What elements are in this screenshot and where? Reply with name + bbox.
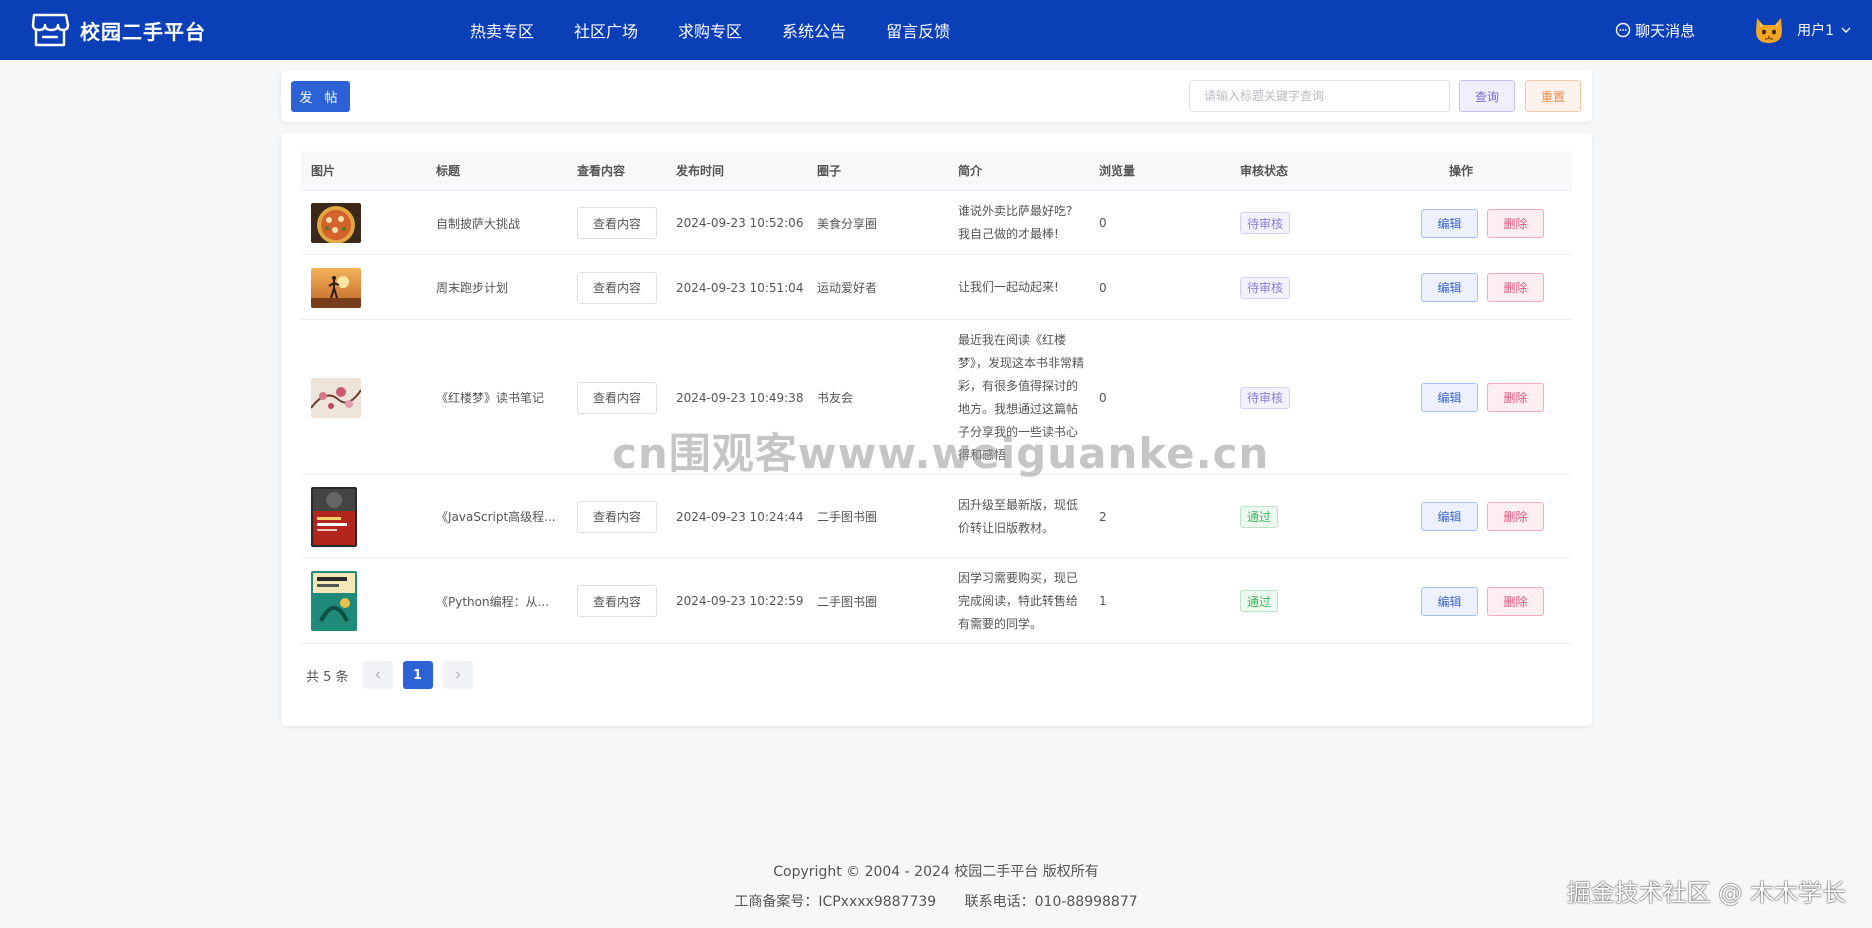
app-logo[interactable]: 校园二手平台 (30, 11, 470, 49)
pagination-total: 共 5 条 (306, 669, 349, 685)
toolbar-card: 发 帖 查询 重置 (281, 70, 1592, 122)
col-circle: 圈子 (817, 164, 842, 178)
view-content-button[interactable]: 查看内容 (577, 207, 657, 239)
post-circle: 二手图书圈 (817, 594, 878, 609)
col-view: 查看内容 (577, 164, 626, 178)
table-row: 《JavaScript高级程... 查看内容 2024-09-23 10:24:… (301, 475, 1572, 558)
post-circle: 美食分享圈 (817, 216, 878, 231)
top-header: 校园二手平台 热卖专区 社区广场 求购专区 系统公告 留言反馈 聊天消息 用户1 (0, 0, 1872, 60)
user-name: 用户1 (1797, 23, 1834, 39)
pizza-thumbnail[interactable] (311, 203, 361, 243)
footer-phone: 联系电话：010-88998877 (964, 894, 1138, 910)
post-views: 2 (1099, 509, 1107, 524)
post-intro: 因学习需要购买，现已完成阅读，特此转售给有需要的同学。 (958, 570, 1079, 631)
search-input[interactable] (1189, 80, 1450, 112)
footer-icp: 工商备案号：ICPxxxx9887739 (734, 894, 937, 910)
javascript-book-cover[interactable] (311, 486, 357, 547)
table-row: 《Python编程：从... 查看内容 2024-09-23 10:22:59 … (301, 558, 1572, 644)
status-badge: 通过 (1240, 505, 1279, 528)
post-circle: 运动爱好者 (817, 281, 878, 295)
delete-button[interactable]: 删除 (1487, 383, 1544, 412)
col-views: 浏览量 (1099, 164, 1136, 178)
post-circle: 书友会 (817, 391, 854, 405)
post-title: 周末跑步计划 (436, 281, 509, 295)
nav-wanted[interactable]: 求购专区 (678, 18, 742, 42)
col-intro: 简介 (958, 164, 983, 178)
view-content-button[interactable]: 查看内容 (577, 585, 657, 617)
view-content-button[interactable]: 查看内容 (577, 271, 657, 304)
col-image: 图片 (311, 164, 336, 178)
table-row: 周末跑步计划 查看内容 2024-09-23 10:51:04 运动爱好者 让我… (301, 255, 1572, 320)
nav-hot-sale[interactable]: 热卖专区 (470, 18, 534, 42)
query-button[interactable]: 查询 (1459, 80, 1515, 112)
post-title: 《Python编程：从... (436, 594, 550, 609)
post-views: 0 (1099, 390, 1107, 405)
main-nav: 热卖专区 社区广场 求购专区 系统公告 留言反馈 (470, 18, 990, 42)
edit-button[interactable]: 编辑 (1421, 383, 1478, 412)
delete-button[interactable]: 删除 (1487, 586, 1544, 616)
post-intro: 因升级至最新版，现低价转让旧版教材。 (958, 497, 1079, 535)
post-intro: 最近我在阅读《红楼梦》，发现这本书非常精彩，有很多值得探讨的地方。我想通过这篇帖… (958, 332, 1085, 462)
post-circle: 二手图书圈 (817, 510, 878, 524)
post-intro: 谁说外卖比萨最好吃?我自己做的才最棒! (958, 204, 1073, 241)
post-intro: 让我们一起动起来! (958, 280, 1059, 294)
nav-announcements[interactable]: 系统公告 (782, 18, 846, 42)
corner-watermark: 掘金技术社区 @ 木木学长 (1566, 879, 1846, 907)
status-badge: 待审核 (1240, 212, 1291, 234)
next-page-button[interactable] (442, 661, 473, 689)
status-badge: 待审核 (1240, 276, 1291, 299)
shop-icon (31, 13, 70, 47)
app-title: 校园二手平台 (80, 19, 206, 44)
delete-button[interactable]: 删除 (1487, 208, 1544, 238)
post-time: 2024-09-23 10:24:44 (676, 509, 804, 524)
edit-button[interactable]: 编辑 (1421, 273, 1478, 302)
table-row: 自制披萨大挑战 查看内容 2024-09-23 10:52:06 美食分享圈 谁… (301, 191, 1572, 255)
chevron-left-icon (375, 671, 380, 679)
edit-button[interactable]: 编辑 (1421, 208, 1478, 238)
nav-community[interactable]: 社区广场 (574, 18, 638, 42)
view-content-button[interactable]: 查看内容 (577, 381, 657, 414)
edit-button[interactable]: 编辑 (1421, 502, 1478, 531)
post-time: 2024-09-23 10:52:06 (676, 216, 804, 230)
reset-button[interactable]: 重置 (1525, 80, 1581, 112)
col-time: 发布时间 (676, 164, 725, 178)
running-thumbnail[interactable] (311, 267, 361, 308)
chevron-down-icon (1841, 27, 1851, 33)
posts-table-card: 图片 标题 查看内容 发布时间 圈子 简介 浏览量 审核状态 操作 自制披萨大挑… (281, 133, 1592, 726)
post-views: 0 (1099, 280, 1107, 295)
post-button[interactable]: 发 帖 (291, 81, 350, 112)
post-title: 《红楼梦》读书笔记 (436, 391, 545, 405)
table-header: 图片 标题 查看内容 发布时间 圈子 简介 浏览量 审核状态 操作 (301, 151, 1572, 191)
post-time: 2024-09-23 10:22:59 (676, 594, 804, 608)
chat-messages-link[interactable]: 聊天消息 (1615, 20, 1695, 41)
status-badge: 通过 (1240, 590, 1279, 612)
python-book-cover[interactable] (311, 571, 357, 631)
col-title: 标题 (436, 164, 461, 178)
post-time: 2024-09-23 10:51:04 (676, 280, 804, 295)
header-right: 聊天消息 用户1 (1615, 0, 1852, 60)
cat-avatar-icon (1756, 18, 1783, 43)
col-status: 审核状态 (1240, 164, 1289, 178)
painting-thumbnail[interactable] (311, 377, 361, 418)
delete-button[interactable]: 删除 (1487, 502, 1544, 531)
user-menu[interactable]: 用户1 (1753, 15, 1852, 45)
post-title: 《JavaScript高级程... (436, 510, 556, 524)
status-badge: 待审核 (1240, 386, 1291, 409)
chat-label: 聊天消息 (1635, 21, 1696, 40)
pagination: 共 5 条 1 (306, 661, 483, 689)
delete-button[interactable]: 删除 (1487, 273, 1544, 302)
prev-page-button[interactable] (362, 661, 393, 689)
edit-button[interactable]: 编辑 (1421, 586, 1478, 616)
chat-bubble-icon (1615, 22, 1631, 38)
post-time: 2024-09-23 10:49:38 (676, 390, 804, 405)
chevron-right-icon (455, 671, 460, 679)
page-button-current[interactable]: 1 (402, 661, 433, 689)
view-content-button[interactable]: 查看内容 (577, 500, 657, 533)
table-row: 《红楼梦》读书笔记 查看内容 2024-09-23 10:49:38 书友会 最… (301, 320, 1572, 475)
post-title: 自制披萨大挑战 (436, 216, 521, 231)
post-views: 1 (1099, 594, 1107, 608)
col-actions: 操作 (1449, 164, 1474, 178)
nav-feedback[interactable]: 留言反馈 (886, 18, 950, 42)
post-views: 0 (1099, 216, 1107, 230)
